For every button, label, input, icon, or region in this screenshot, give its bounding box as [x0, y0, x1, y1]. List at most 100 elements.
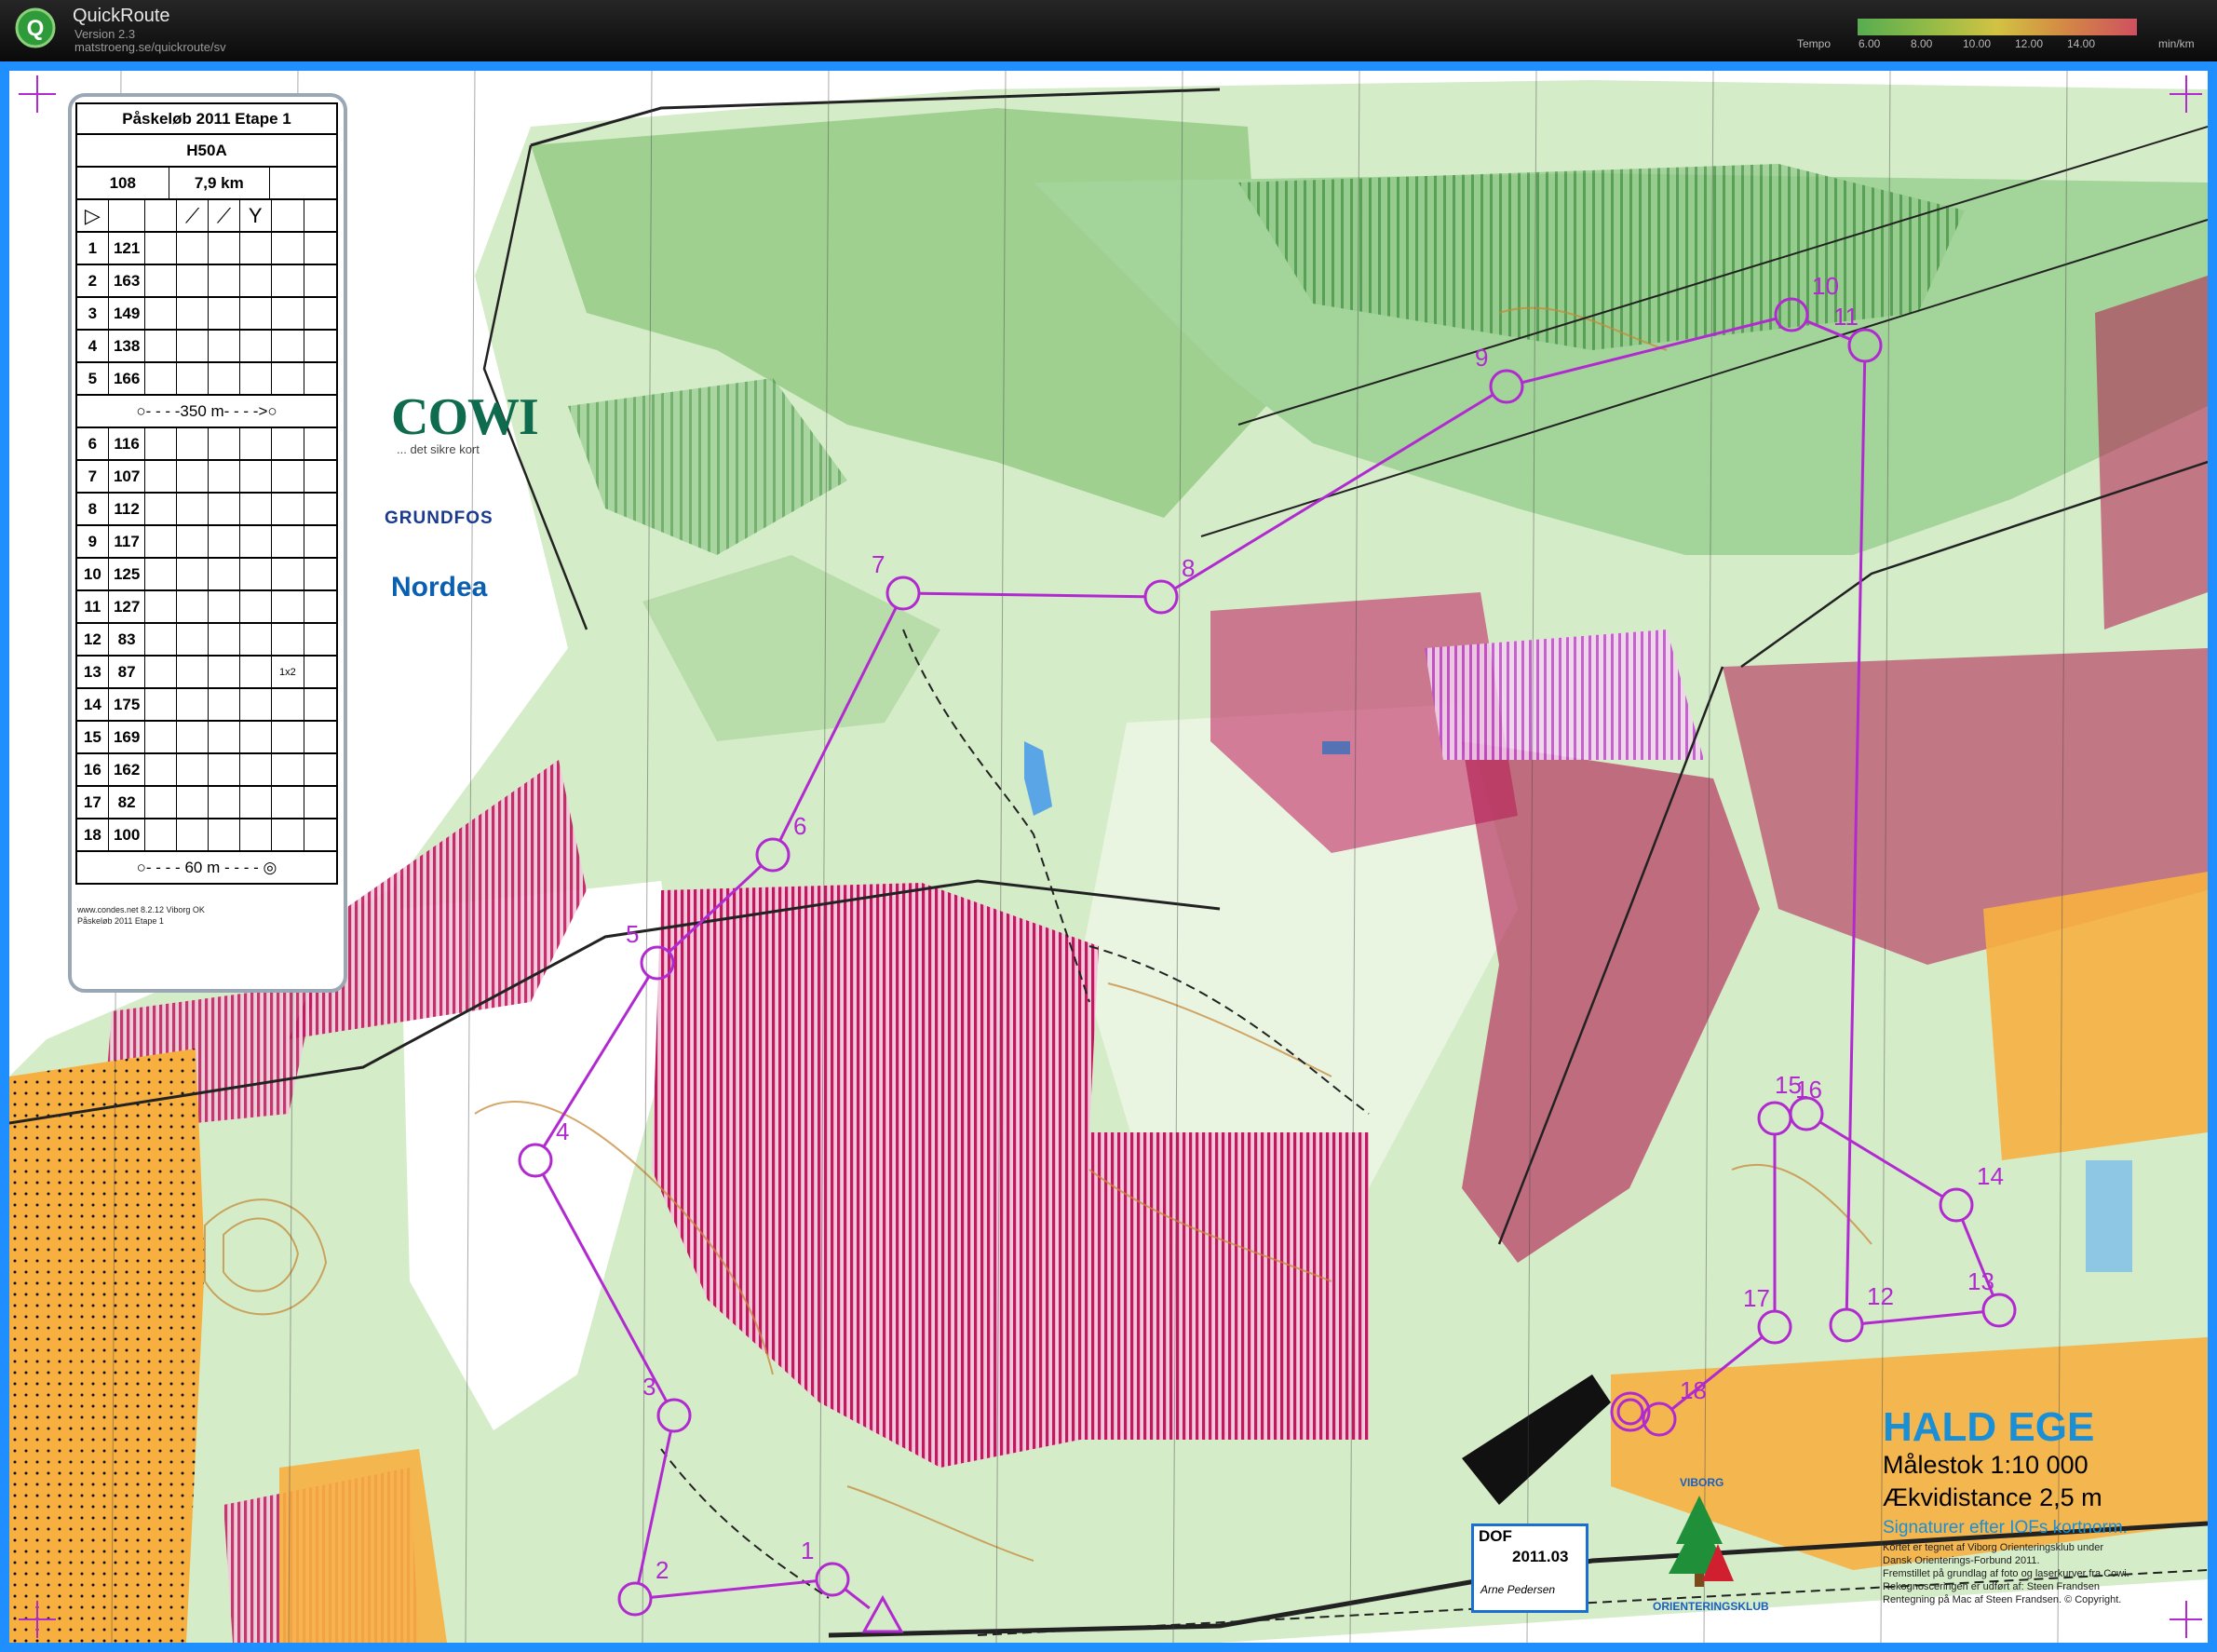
path-symbol-icon: ⟋	[177, 200, 210, 231]
app-version: Version 2.3	[74, 27, 136, 41]
description-symbol-cell	[177, 819, 210, 850]
card-control-row: 2 163	[75, 265, 338, 298]
app-url[interactable]: matstroeng.se/quickroute/sv	[74, 40, 226, 54]
cowi-logo: COWI	[391, 388, 539, 446]
control-code: 83	[109, 624, 146, 655]
description-symbol-cell	[304, 233, 336, 264]
control-code: 162	[109, 754, 146, 785]
map-scale: Målestok 1:10 000	[1883, 1451, 2089, 1479]
description-symbol-cell	[177, 331, 210, 361]
card-control-row: 15 169	[75, 722, 338, 754]
description-symbol-cell	[240, 591, 272, 622]
description-symbol-cell	[177, 657, 210, 687]
description-symbol-cell	[209, 526, 240, 557]
description-symbol-cell	[304, 494, 336, 524]
control-label: 13	[1967, 1267, 1994, 1295]
tempo-unit: min/km	[2158, 37, 2195, 50]
description-symbol-cell	[145, 331, 178, 361]
card-control-row: 7 107	[75, 461, 338, 494]
description-symbol-cell	[272, 363, 305, 394]
description-symbol-cell	[272, 689, 305, 720]
card-control-row: 10 125	[75, 559, 338, 591]
description-symbol-cell	[177, 591, 210, 622]
control-number: 18	[77, 819, 109, 850]
card-footer: Påskeløb 2011 Etape 1	[77, 916, 164, 926]
description-symbol-cell	[304, 526, 336, 557]
control-label: 17	[1743, 1284, 1770, 1312]
description-symbol-cell	[272, 722, 305, 752]
card-cell	[145, 200, 178, 231]
description-symbol-cell	[209, 722, 240, 752]
description-symbol-cell	[145, 298, 178, 329]
quickroute-logo-icon: Q	[15, 7, 56, 48]
description-symbol-cell	[209, 591, 240, 622]
control-label: 18	[1680, 1376, 1707, 1404]
control-code: 125	[109, 559, 146, 589]
description-symbol-cell	[272, 819, 305, 850]
card-course-length: 7,9 km	[169, 168, 271, 198]
card-course-row: 108 7,9 km	[75, 168, 338, 200]
junction-symbol-icon: Y	[240, 200, 272, 231]
description-symbol-cell	[177, 722, 210, 752]
description-symbol-cell	[240, 657, 272, 687]
control-label: 14	[1977, 1162, 2004, 1190]
control-code: 116	[109, 428, 146, 459]
description-symbol-cell	[177, 787, 210, 818]
tempo-tick: 6.00	[1859, 37, 1881, 50]
control-code: 121	[109, 233, 146, 264]
description-symbol-cell	[177, 265, 210, 296]
description-symbol-cell	[145, 265, 178, 296]
club-name-bottom: ORIENTERINGSKLUB	[1653, 1600, 1769, 1613]
dof-title: DOF	[1479, 1527, 1512, 1545]
description-symbol-cell	[304, 624, 336, 655]
card-marked-route-row: ○- - - -350 m- - - ->○	[75, 396, 338, 428]
description-symbol-cell	[209, 754, 240, 785]
description-symbol-cell	[304, 722, 336, 752]
title-bar: Q QuickRoute Version 2.3 matstroeng.se/q…	[0, 0, 2217, 61]
card-control-row: 16 162	[75, 754, 338, 787]
control-number: 5	[77, 363, 109, 394]
map-credit: Rentegning på Mac af Steen Frandsen. © C…	[1883, 1594, 2122, 1605]
description-symbol-cell	[145, 461, 178, 492]
restricted-area	[1425, 630, 1704, 760]
card-blank	[270, 168, 336, 198]
description-symbol-cell	[272, 298, 305, 329]
nordea-logo: Nordea	[391, 572, 488, 603]
description-symbol-cell	[209, 428, 240, 459]
description-symbol-cell	[272, 559, 305, 589]
description-symbol-cell	[145, 363, 178, 394]
card-cell	[109, 200, 146, 231]
description-symbol-cell	[272, 526, 305, 557]
map-credit: Fremstillet på grundlag af foto og laser…	[1883, 1568, 2129, 1579]
description-symbol-cell	[145, 787, 178, 818]
water-feature	[1322, 741, 1350, 754]
control-code: 169	[109, 722, 146, 752]
description-symbol-cell	[272, 787, 305, 818]
settlement-northeast	[2095, 276, 2208, 630]
map-equidistance: Ækvidistance 2,5 m	[1883, 1483, 2102, 1511]
control-label: 3	[642, 1373, 656, 1401]
control-number: 2	[77, 265, 109, 296]
tempo-tick: 14.00	[2067, 37, 2096, 50]
description-symbol-cell	[272, 591, 305, 622]
description-symbol-cell	[177, 461, 210, 492]
card-class: H50A	[186, 141, 227, 159]
description-symbol-cell	[209, 657, 240, 687]
description-symbol-cell	[240, 819, 272, 850]
description-symbol-cell	[177, 233, 210, 264]
description-symbol-cell	[304, 363, 336, 394]
description-symbol-cell	[177, 298, 210, 329]
control-code: 166	[109, 363, 146, 394]
description-symbol-cell	[304, 428, 336, 459]
description-symbol-cell	[177, 754, 210, 785]
card-control-row: 17 82	[75, 787, 338, 819]
description-symbol-cell	[145, 591, 178, 622]
rough-open-west	[9, 1049, 205, 1643]
tempo-tick: 12.00	[2015, 37, 2044, 50]
description-symbol-cell	[145, 722, 178, 752]
dof-name: Arne Pedersen	[1480, 1583, 1556, 1596]
map-credit: Kortet er tegnet af Viborg Orienteringsk…	[1883, 1542, 2104, 1553]
control-number: 17	[77, 787, 109, 818]
control-number: 11	[77, 591, 109, 622]
tempo-tick: 8.00	[1911, 37, 1933, 50]
